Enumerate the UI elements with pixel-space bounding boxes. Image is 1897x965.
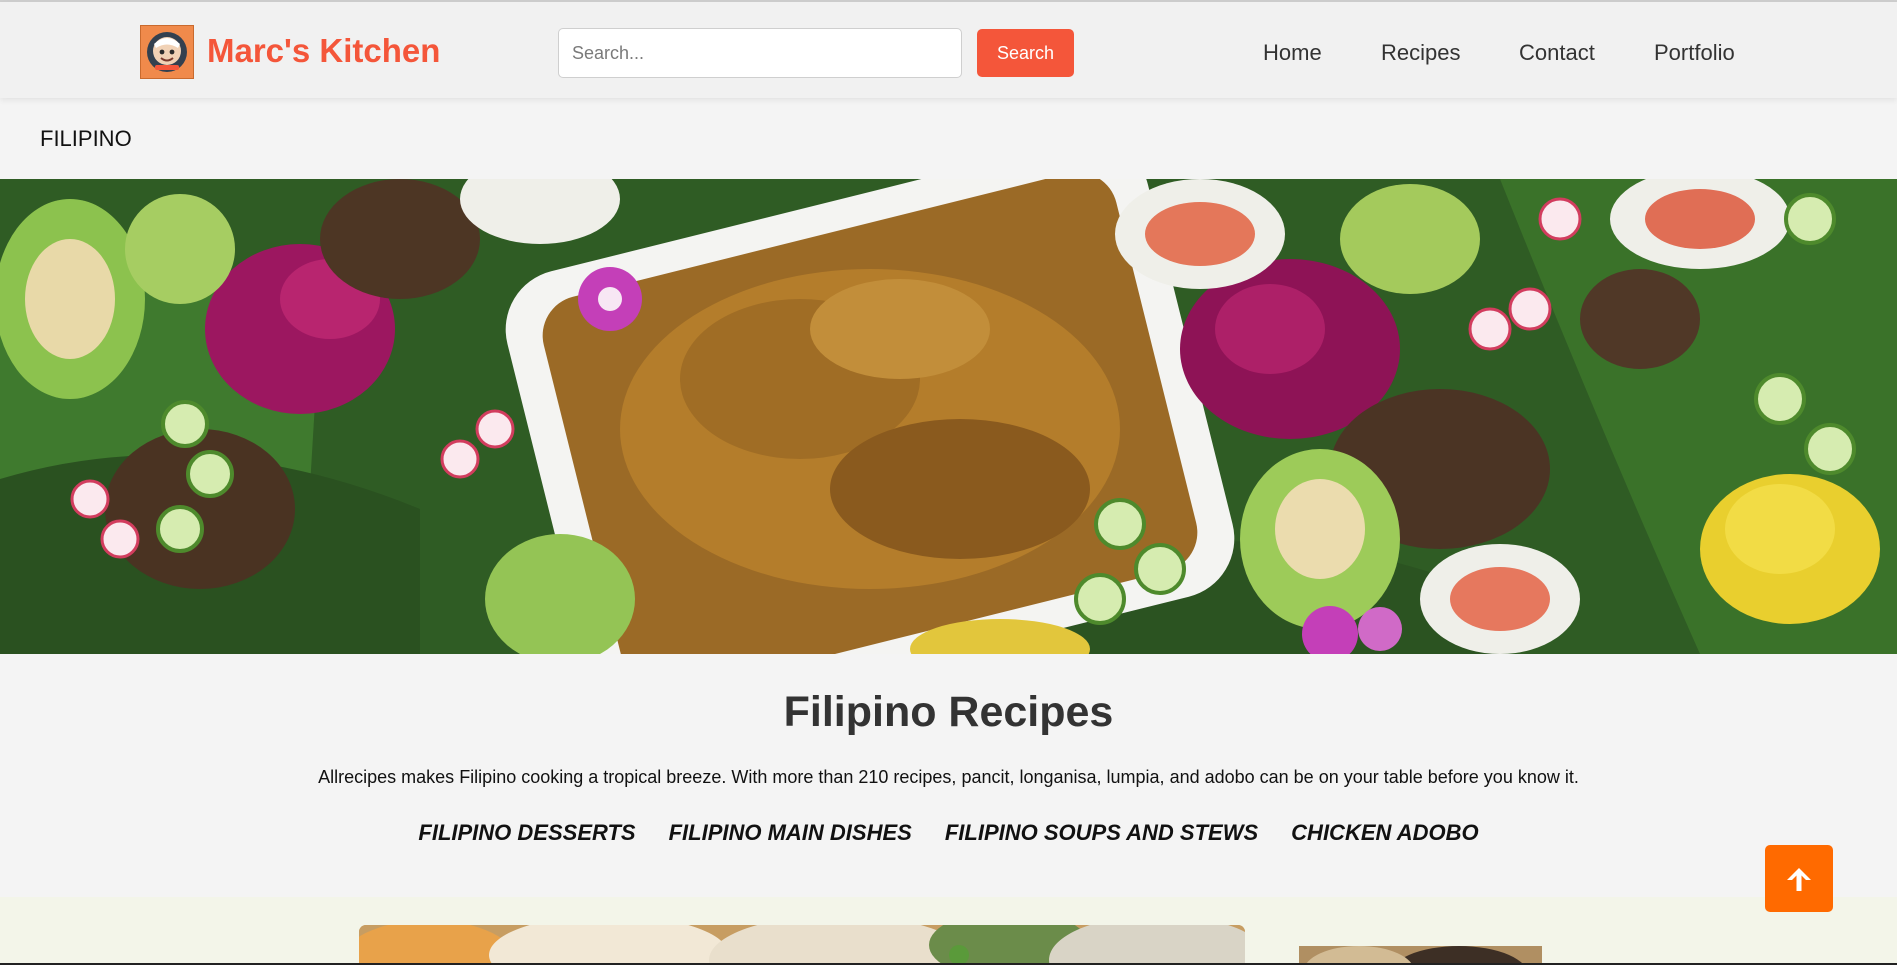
food-spread-illustration [0, 179, 1897, 654]
page-description: Allrecipes makes Filipino cooking a trop… [318, 767, 1579, 787]
category-link-main-dishes[interactable]: FILIPINO MAIN DISHES [669, 820, 912, 846]
search-input[interactable] [558, 28, 962, 78]
nav-contact[interactable]: Contact [1519, 40, 1595, 66]
back-to-top-button[interactable] [1765, 845, 1833, 912]
recipe-cards-section [0, 897, 1897, 965]
arrow-up-icon [1787, 867, 1811, 891]
search-button[interactable]: Search [977, 29, 1074, 77]
hero-image [0, 179, 1897, 654]
page-title: Filipino Recipes [783, 688, 1114, 736]
breadcrumb: FILIPINO [40, 126, 132, 151]
category-link-desserts[interactable]: FILIPINO DESSERTS [418, 820, 635, 846]
category-link-chicken-adobo[interactable]: CHICKEN ADOBO [1291, 820, 1478, 846]
nav-recipes[interactable]: Recipes [1381, 40, 1460, 66]
featured-recipe-card-image[interactable] [359, 925, 1245, 965]
nav-home[interactable]: Home [1263, 40, 1322, 66]
category-link-soups-stews[interactable]: FILIPINO SOUPS AND STEWS [945, 820, 1258, 846]
featured-recipe-photo [359, 925, 1245, 965]
site-brand[interactable]: Marc's Kitchen [207, 32, 440, 70]
chef-avatar-icon[interactable] [140, 25, 194, 79]
nav-portfolio[interactable]: Portfolio [1654, 40, 1735, 66]
category-links: FILIPINO DESSERTS FILIPINO MAIN DISHES F… [0, 820, 1897, 846]
site-header: Marc's Kitchen Search Home Recipes Conta… [0, 2, 1897, 98]
